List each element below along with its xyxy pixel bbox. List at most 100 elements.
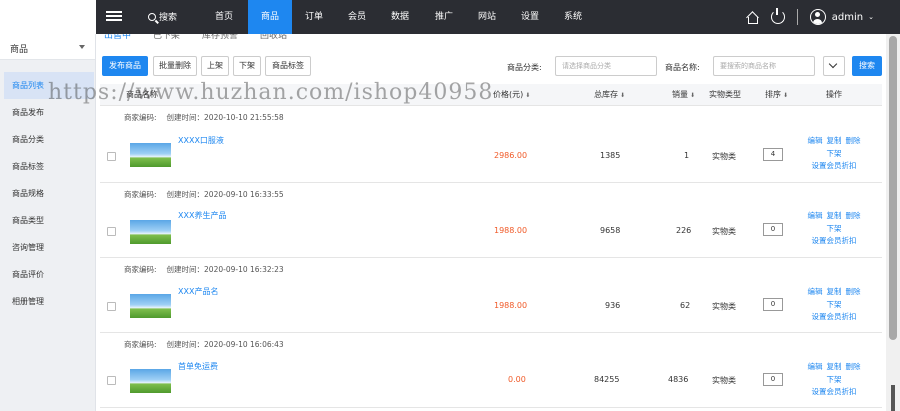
- off-shelf-button[interactable]: 下架: [233, 56, 261, 76]
- chevron-down-icon: [79, 45, 85, 49]
- power-icon[interactable]: [770, 8, 785, 24]
- category-select[interactable]: 请选择商品分类: [555, 56, 657, 76]
- stock: 84255: [594, 375, 620, 384]
- sidebar-item-goods-type[interactable]: 商品类型: [0, 207, 95, 234]
- sort-input[interactable]: 0: [763, 373, 783, 386]
- nav-item-members[interactable]: 会员: [336, 0, 378, 34]
- chevron-down-icon[interactable]: ⌄: [868, 13, 874, 21]
- batch-delete-button[interactable]: 批量删除: [153, 56, 197, 76]
- delete-link[interactable]: 删除: [846, 211, 861, 220]
- col-type: 实物类型: [709, 90, 741, 99]
- copy-link[interactable]: 复制: [827, 136, 842, 145]
- tab-recycle-bin[interactable]: 回收站: [260, 34, 287, 46]
- search-button[interactable]: 搜索: [852, 56, 882, 76]
- col-name: 商品名称: [126, 90, 158, 99]
- row-checkbox[interactable]: [107, 152, 116, 161]
- col-stock[interactable]: 总库存 ⬇: [594, 84, 625, 107]
- product-name-link[interactable]: XXX养生产品: [178, 210, 226, 221]
- goods-type: 实物类: [712, 227, 736, 236]
- row-checkbox[interactable]: [107, 227, 116, 236]
- nav-item-data[interactable]: 数据: [378, 0, 422, 34]
- sort-icon: ⬇: [525, 92, 531, 99]
- copy-link[interactable]: 复制: [827, 362, 842, 371]
- nav-item-system[interactable]: 系统: [552, 0, 594, 34]
- off-shelf-link[interactable]: 下架: [827, 375, 842, 384]
- product-name-link[interactable]: XXX产品名: [178, 286, 218, 297]
- member-discount-link[interactable]: 设置会员折扣: [812, 236, 857, 245]
- on-shelf-button[interactable]: 上架: [201, 56, 229, 76]
- goods-type: 实物类: [712, 302, 736, 311]
- col-sales[interactable]: 销量 ⬇: [672, 84, 695, 107]
- nav-item-website[interactable]: 网站: [466, 0, 508, 34]
- edit-link[interactable]: 编辑: [808, 362, 823, 371]
- nav-item-goods[interactable]: 商品: [248, 0, 292, 34]
- sort-icon: ⬇: [690, 92, 696, 99]
- product-name-link[interactable]: XXXX口服液: [178, 135, 224, 146]
- sidebar-item-goods-publish[interactable]: 商品发布: [0, 99, 95, 126]
- avatar[interactable]: [809, 9, 826, 25]
- member-discount-link[interactable]: 设置会员折扣: [812, 387, 857, 396]
- nav-item-orders[interactable]: 订单: [292, 0, 336, 34]
- product-name-link[interactable]: 首单免运费: [178, 361, 218, 372]
- nav-item-settings[interactable]: 设置: [508, 0, 552, 34]
- tab-on-sale[interactable]: 出售中: [104, 34, 131, 46]
- created-time: 创建时间：2020-09-10 16:06:43: [166, 340, 284, 349]
- col-ops: 操作: [826, 90, 842, 99]
- sidebar-item-album[interactable]: 相册管理: [0, 288, 95, 315]
- product-thumbnail: [130, 143, 171, 167]
- sidebar-item-goods-list[interactable]: 商品列表: [4, 72, 94, 99]
- delete-link[interactable]: 删除: [846, 287, 861, 296]
- sort-input[interactable]: 0: [763, 223, 783, 236]
- publish-button[interactable]: 发布商品: [102, 56, 148, 76]
- stock: 936: [605, 301, 621, 310]
- scroll-down-arrow[interactable]: [891, 385, 895, 411]
- col-price[interactable]: 价格(元) ⬇: [493, 84, 530, 107]
- member-discount-link[interactable]: 设置会员折扣: [812, 312, 857, 321]
- chevron-down-icon[interactable]: [823, 56, 845, 76]
- edit-link[interactable]: 编辑: [808, 136, 823, 145]
- stock: 1385: [600, 151, 621, 160]
- copy-link[interactable]: 复制: [827, 211, 842, 220]
- copy-link[interactable]: 复制: [827, 287, 842, 296]
- merchant-code: 商家编码:: [124, 340, 157, 349]
- tab-stock-alert[interactable]: 库存预警: [202, 34, 238, 46]
- product-thumbnail: [130, 220, 171, 244]
- delete-link[interactable]: 删除: [846, 136, 861, 145]
- sidebar-item-reviews[interactable]: 商品评价: [0, 261, 95, 288]
- off-shelf-link[interactable]: 下架: [827, 300, 842, 309]
- top-navbar: 搜索 首页 商品 订单 会员 数据 推广 网站 设置 系统 admin ⌄: [0, 0, 900, 34]
- search-input[interactable]: 要搜索的商品名称: [713, 56, 815, 76]
- member-discount-link[interactable]: 设置会员折扣: [812, 161, 857, 170]
- main-nav: 首页 商品 订单 会员 数据 推广 网站 设置 系统: [200, 0, 594, 34]
- col-sort[interactable]: 排序 ⬇: [765, 84, 788, 107]
- edit-link[interactable]: 编辑: [808, 211, 823, 220]
- edit-link[interactable]: 编辑: [808, 287, 823, 296]
- row-checkbox[interactable]: [107, 376, 116, 385]
- row-checkbox[interactable]: [107, 302, 116, 311]
- username[interactable]: admin: [832, 12, 863, 23]
- tab-off-shelf[interactable]: 已下架: [153, 34, 180, 46]
- delete-link[interactable]: 删除: [846, 362, 861, 371]
- goods-tag-button[interactable]: 商品标签: [265, 56, 311, 76]
- price: 0.00: [508, 375, 526, 384]
- created-time: 创建时间：2020-09-10 16:33:55: [166, 190, 284, 199]
- sidebar-item-goods-spec[interactable]: 商品规格: [0, 180, 95, 207]
- category-label: 商品分类:: [507, 63, 542, 72]
- menu-icon[interactable]: [106, 9, 122, 25]
- sort-input[interactable]: 0: [763, 298, 783, 311]
- table-header: 商品名称 价格(元) ⬇ 总库存 ⬇ 销量 ⬇ 实物类型 排序 ⬇ 操作: [100, 84, 882, 106]
- off-shelf-link[interactable]: 下架: [827, 224, 842, 233]
- table-row: 商家编码: 创建时间：2020-09-10 16:32:23 XXX产品名 198…: [100, 259, 882, 333]
- nav-item-promotion[interactable]: 推广: [422, 0, 466, 34]
- scrollbar-thumb[interactable]: [889, 36, 897, 340]
- sidebar-item-consult[interactable]: 咨询管理: [0, 234, 95, 261]
- nav-item-home[interactable]: 首页: [200, 0, 248, 34]
- sidebar-item-goods-tag[interactable]: 商品标签: [0, 153, 95, 180]
- table-row: 商家编码: 创建时间：2020-10-10 21:55:58 XXXX口服液 29…: [100, 107, 882, 183]
- module-select[interactable]: 商品: [0, 34, 95, 60]
- home-icon[interactable]: [745, 10, 759, 24]
- sort-input[interactable]: 4: [763, 148, 783, 161]
- search-link[interactable]: 搜索: [148, 10, 177, 23]
- off-shelf-link[interactable]: 下架: [827, 149, 842, 158]
- sidebar-item-goods-category[interactable]: 商品分类: [0, 126, 95, 153]
